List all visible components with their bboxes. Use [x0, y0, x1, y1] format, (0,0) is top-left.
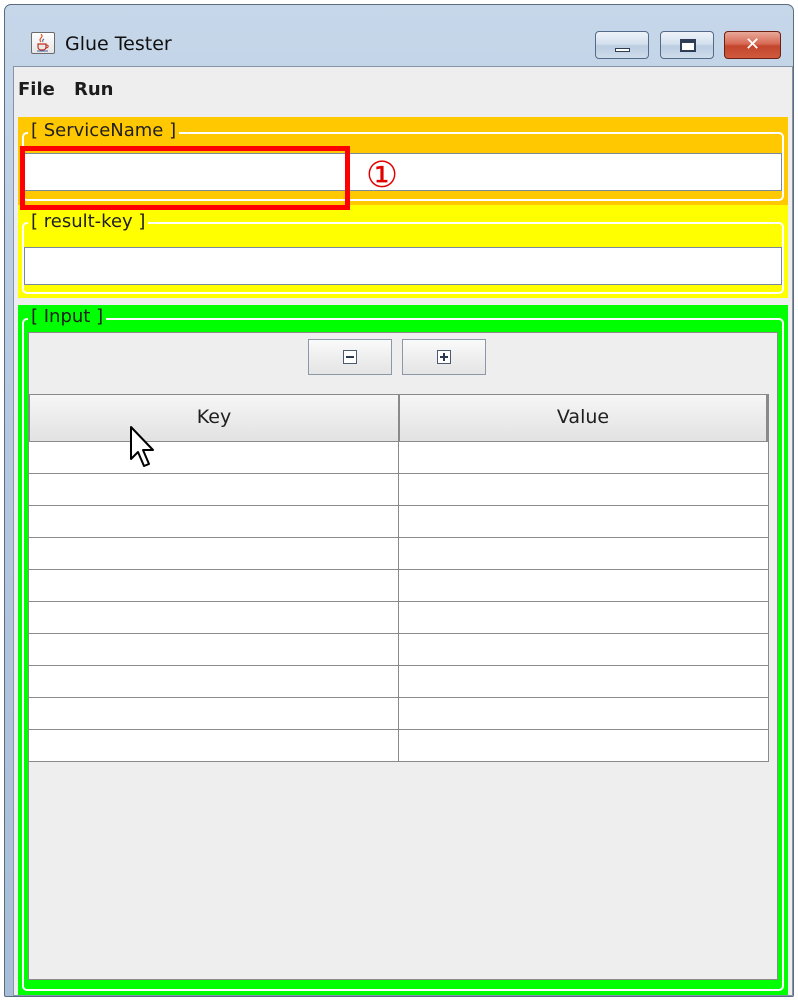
cell-value[interactable] [399, 602, 769, 634]
input-panel: [ Input ] Key Value [18, 305, 788, 995]
cell-value[interactable] [399, 474, 769, 506]
cell-value[interactable] [399, 570, 769, 602]
cell-key[interactable] [29, 634, 399, 666]
cell-key[interactable] [29, 538, 399, 570]
java-cup-icon[interactable] [31, 32, 55, 54]
cell-value[interactable] [399, 538, 769, 570]
close-icon: ✕ [744, 34, 761, 55]
cell-value[interactable] [399, 442, 769, 474]
maximize-icon [680, 39, 696, 52]
cell-key[interactable] [29, 442, 399, 474]
cell-key[interactable] [29, 474, 399, 506]
table-row[interactable] [29, 602, 769, 634]
column-header-value[interactable]: Value [399, 394, 769, 442]
result-key-panel: [ result-key ] [18, 205, 788, 298]
table-row[interactable] [29, 730, 769, 762]
column-header-key[interactable]: Key [29, 394, 399, 442]
cell-key[interactable] [29, 730, 399, 762]
result-key-input[interactable] [24, 247, 782, 285]
maximize-button[interactable] [660, 31, 714, 59]
table-row[interactable] [29, 538, 769, 570]
close-button[interactable]: ✕ [724, 31, 781, 59]
service-name-title: [ ServiceName ] [28, 121, 180, 141]
table-row[interactable] [29, 666, 769, 698]
cell-key[interactable] [29, 698, 399, 730]
minus-box-icon [343, 350, 357, 364]
result-key-title: [ result-key ] [28, 212, 149, 232]
table-row[interactable] [29, 698, 769, 730]
input-panel-title: [ Input ] [28, 307, 107, 327]
annotation-highlight-box [20, 146, 350, 210]
add-row-button[interactable] [402, 339, 486, 375]
remove-row-button[interactable] [308, 339, 392, 375]
cell-key[interactable] [29, 602, 399, 634]
plus-box-icon [437, 350, 451, 364]
cell-value[interactable] [399, 730, 769, 762]
menu-file[interactable]: File [18, 79, 55, 100]
cell-key[interactable] [29, 570, 399, 602]
table-row[interactable] [29, 634, 769, 666]
cell-key[interactable] [29, 666, 399, 698]
cell-value[interactable] [399, 666, 769, 698]
cell-key[interactable] [29, 506, 399, 538]
minimize-icon [615, 48, 630, 52]
menu-bar: File Run [14, 67, 792, 115]
table-row[interactable] [29, 506, 769, 538]
cell-value[interactable] [399, 698, 769, 730]
title-bar[interactable]: Glue Tester ✕ [5, 5, 793, 63]
cell-value[interactable] [399, 506, 769, 538]
cell-value[interactable] [399, 634, 769, 666]
window-title: Glue Tester [65, 33, 172, 55]
annotation-marker: ① [365, 155, 399, 196]
mouse-pointer-icon [130, 426, 154, 467]
table-row[interactable] [29, 474, 769, 506]
minimize-button[interactable] [595, 31, 649, 59]
table-row[interactable] [29, 570, 769, 602]
menu-run[interactable]: Run [74, 79, 114, 100]
